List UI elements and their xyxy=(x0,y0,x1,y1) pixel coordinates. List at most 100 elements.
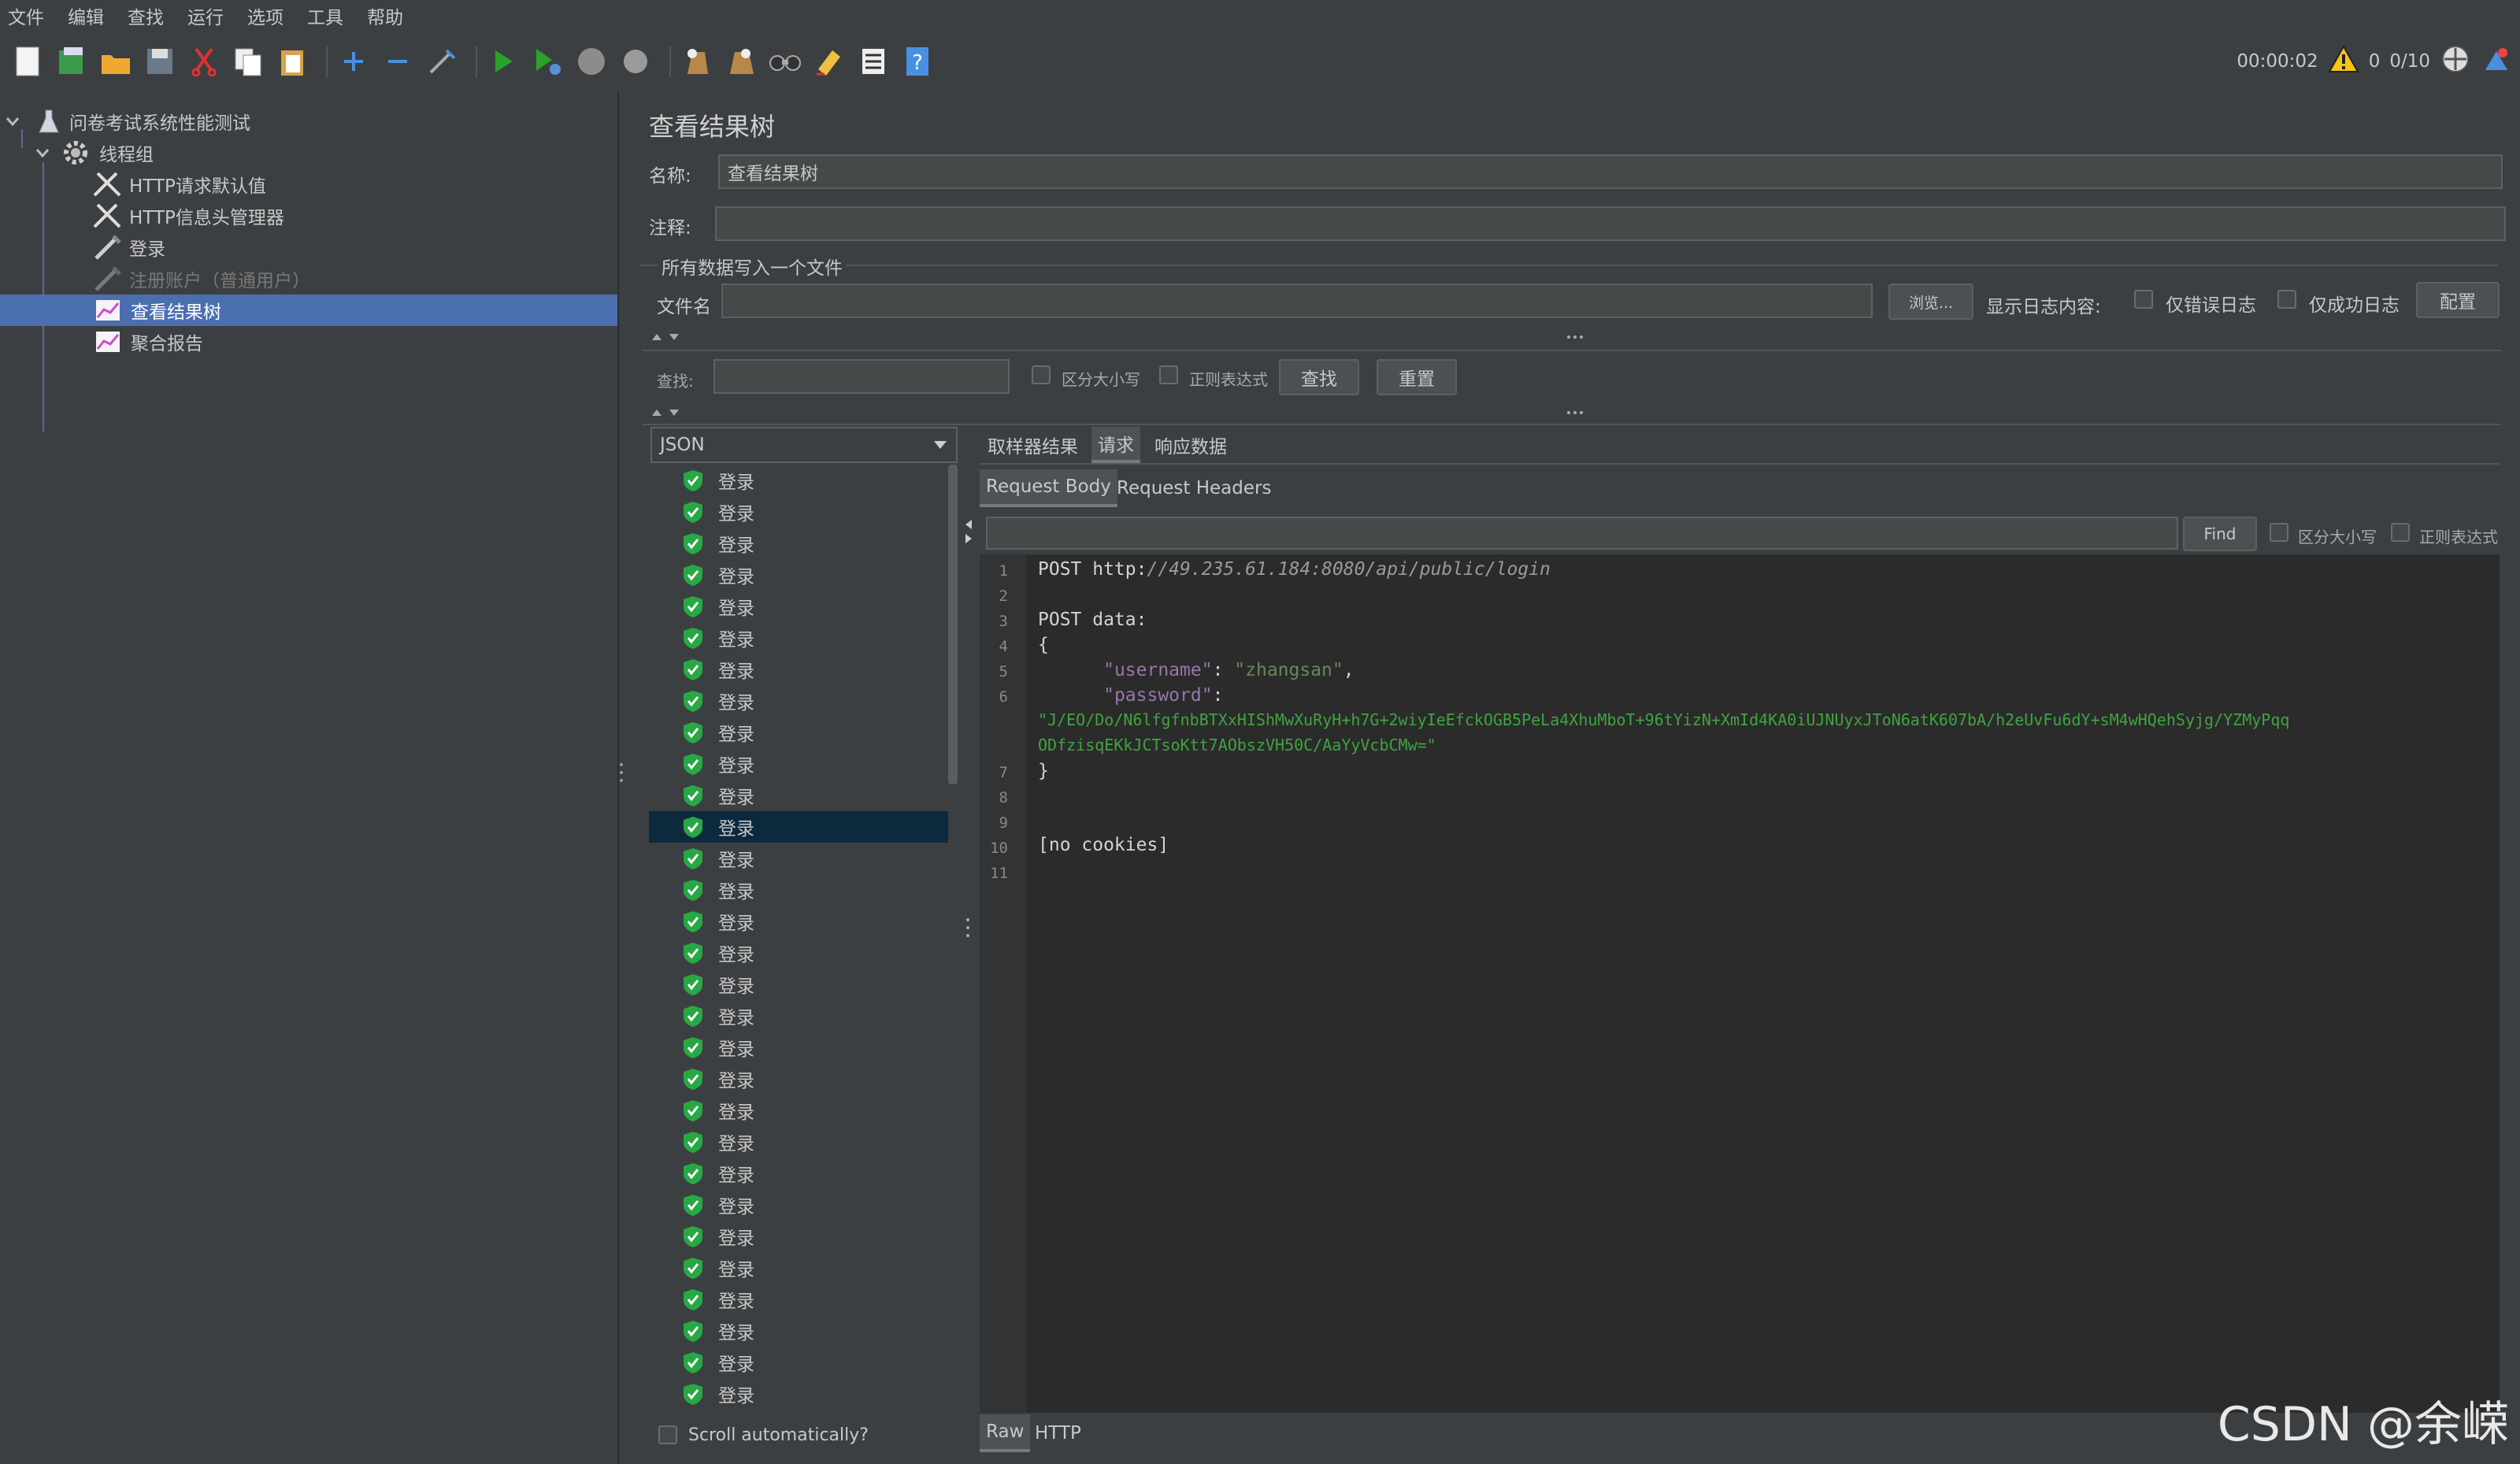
comment-field[interactable] xyxy=(715,206,2506,241)
result-row[interactable]: 登录 xyxy=(649,496,948,528)
start-icon[interactable] xyxy=(485,43,521,80)
filename-field[interactable] xyxy=(721,284,1873,318)
success-only-checkbox[interactable] xyxy=(2277,290,2296,309)
warning-icon[interactable] xyxy=(2327,44,2359,78)
clear-all-icon[interactable] xyxy=(723,43,759,80)
tree-node-header-manager[interactable]: HTTP信息头管理器 xyxy=(0,200,617,232)
result-row[interactable]: 登录 xyxy=(649,937,948,969)
split-arrows-icon[interactable] xyxy=(964,518,973,545)
menu-help[interactable]: 帮助 xyxy=(367,2,403,29)
tab-request-body[interactable]: Request Body xyxy=(980,469,1117,507)
splitter-grip-icon[interactable] xyxy=(1566,410,1584,416)
find-regex-checkbox[interactable] xyxy=(2391,523,2410,542)
chevron-down-icon[interactable] xyxy=(35,145,50,161)
menu-run[interactable]: 运行 xyxy=(187,2,224,29)
tree-node-register[interactable]: 注册账户（普通用户） xyxy=(0,263,617,295)
clear-icon[interactable] xyxy=(679,43,715,80)
tree-splitter[interactable] xyxy=(617,91,624,1464)
splitter-grip-icon[interactable] xyxy=(1566,334,1584,340)
renderer-select[interactable]: JSON xyxy=(650,427,958,463)
menu-options[interactable]: 选项 xyxy=(247,2,284,29)
result-row[interactable]: 登录 xyxy=(649,465,948,496)
result-row[interactable]: 登录 xyxy=(649,1284,948,1315)
result-row[interactable]: 登录 xyxy=(649,1000,948,1032)
menu-tools[interactable]: 工具 xyxy=(307,2,343,29)
request-body-viewer[interactable]: 1 2 3 4 5 6 7 8 9 10 11 POST http://49.235.61.184:… xyxy=(980,554,2500,1413)
paste-icon[interactable] xyxy=(274,43,310,80)
result-row[interactable]: 登录 xyxy=(649,811,948,843)
result-row[interactable]: 登录 xyxy=(649,1252,948,1284)
reset-button[interactable]: 重置 xyxy=(1377,359,1457,395)
remote-icon[interactable] xyxy=(2440,43,2471,80)
expand-icon[interactable] xyxy=(335,43,372,80)
cut-icon[interactable] xyxy=(186,43,222,80)
configure-button[interactable]: 配置 xyxy=(2416,282,2500,318)
detail-splitter[interactable] xyxy=(962,427,975,1464)
result-row[interactable]: 登录 xyxy=(649,622,948,654)
result-row[interactable]: 登录 xyxy=(649,874,948,906)
collapse-icon[interactable] xyxy=(380,43,416,80)
tree-node-http-defaults[interactable]: HTTP请求默认值 xyxy=(0,169,617,200)
regex-checkbox[interactable] xyxy=(1159,365,1178,384)
tree-node-test-plan[interactable]: 问卷考试系统性能测试 xyxy=(0,106,617,137)
result-row[interactable]: 登录 xyxy=(649,685,948,717)
tree-node-aggregate-report[interactable]: 聚合报告 xyxy=(0,326,617,358)
tab-sampler-result[interactable]: 取样器结果 xyxy=(981,427,1084,463)
result-row[interactable]: 登录 xyxy=(649,1378,948,1410)
function-helper-icon[interactable] xyxy=(855,43,891,80)
collapse-arrows-icon[interactable] xyxy=(650,406,685,417)
tree-node-view-results-tree[interactable]: 查看结果树 xyxy=(0,295,617,326)
name-field[interactable]: 查看结果树 xyxy=(718,154,2503,189)
templates-icon[interactable] xyxy=(54,43,90,80)
result-list-scrollbar[interactable] xyxy=(948,465,958,784)
search-icon[interactable] xyxy=(767,43,803,80)
result-row[interactable]: 登录 xyxy=(649,1095,948,1126)
open-icon[interactable] xyxy=(98,43,134,80)
tree-node-login[interactable]: 登录 xyxy=(0,232,617,263)
scroll-auto-checkbox[interactable] xyxy=(658,1425,677,1444)
copy-icon[interactable] xyxy=(230,43,266,80)
menu-search[interactable]: 查找 xyxy=(128,2,164,29)
tree-node-thread-group[interactable]: 线程组 xyxy=(0,137,617,169)
code-scrollbar[interactable] xyxy=(2500,554,2507,1413)
result-row[interactable]: 登录 xyxy=(649,717,948,748)
menu-file[interactable]: 文件 xyxy=(8,2,44,29)
find-button[interactable]: Find xyxy=(2183,517,2257,551)
find-case-checkbox[interactable] xyxy=(2270,523,2288,542)
result-row[interactable]: 登录 xyxy=(649,906,948,937)
search-button[interactable]: 查找 xyxy=(1279,359,1359,395)
result-row[interactable]: 登录 xyxy=(649,591,948,622)
menu-edit[interactable]: 编辑 xyxy=(68,2,104,29)
result-row[interactable]: 登录 xyxy=(649,528,948,559)
errors-only-checkbox[interactable] xyxy=(2134,290,2153,309)
new-icon[interactable] xyxy=(9,43,46,80)
tab-request-headers[interactable]: Request Headers xyxy=(1110,469,1277,507)
result-row[interactable]: 登录 xyxy=(649,1221,948,1252)
tab-response-data[interactable]: 响应数据 xyxy=(1148,427,1233,463)
result-row[interactable]: 登录 xyxy=(649,1347,948,1378)
browse-button[interactable]: 浏览... xyxy=(1888,284,1973,320)
help-icon[interactable]: ? xyxy=(899,43,936,80)
stop-icon[interactable] xyxy=(573,43,610,80)
search-input[interactable] xyxy=(713,359,1010,394)
shutdown-icon[interactable] xyxy=(617,43,654,80)
tab-request[interactable]: 请求 xyxy=(1091,427,1140,463)
result-row[interactable]: 登录 xyxy=(649,1158,948,1189)
tab-raw[interactable]: Raw xyxy=(980,1414,1031,1452)
tab-http[interactable]: HTTP xyxy=(1028,1414,1088,1452)
case-sensitive-checkbox[interactable] xyxy=(1032,365,1051,384)
result-row[interactable]: 登录 xyxy=(649,1032,948,1063)
toggle-icon[interactable] xyxy=(424,43,460,80)
result-row[interactable]: 登录 xyxy=(649,843,948,874)
result-row[interactable]: 登录 xyxy=(649,748,948,780)
save-icon[interactable] xyxy=(142,43,178,80)
start-no-pause-icon[interactable] xyxy=(529,43,565,80)
result-row[interactable]: 登录 xyxy=(649,1126,948,1158)
result-row[interactable]: 登录 xyxy=(649,780,948,811)
collapse-arrows-icon[interactable] xyxy=(650,331,685,342)
result-row[interactable]: 登录 xyxy=(649,654,948,685)
chevron-down-icon[interactable] xyxy=(5,113,20,129)
result-row[interactable]: 登录 xyxy=(649,559,948,591)
result-row[interactable]: 登录 xyxy=(649,1063,948,1095)
log-icon[interactable] xyxy=(2481,43,2512,80)
